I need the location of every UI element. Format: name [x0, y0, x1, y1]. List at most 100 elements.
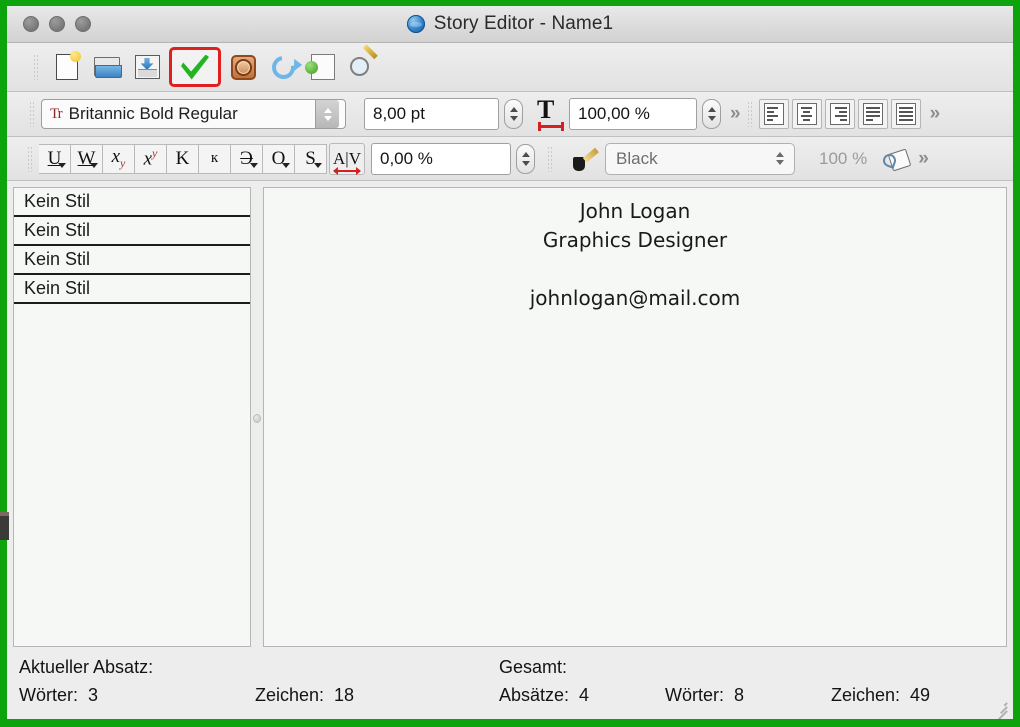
all-caps-button[interactable]: K: [167, 144, 199, 174]
text-line-blank: [264, 255, 1006, 284]
update-frame-button[interactable]: [305, 49, 341, 85]
align-toolbar-grip[interactable]: [747, 101, 753, 127]
align-left-button[interactable]: [759, 99, 789, 129]
splitter-handle[interactable]: [253, 414, 261, 423]
text-line: Graphics Designer: [264, 226, 1006, 255]
underline-words-button[interactable]: W: [71, 144, 103, 174]
paint-bucket-icon[interactable]: [883, 147, 909, 171]
total-words-value: 8: [734, 685, 752, 706]
scale-stepper[interactable]: [702, 99, 721, 129]
update-frame-icon: [311, 54, 335, 80]
total-words-stat: Wörter: 8: [665, 685, 831, 706]
small-caps-button[interactable]: к: [199, 144, 231, 174]
panel-splitter[interactable]: [251, 187, 263, 647]
toolbar-grip[interactable]: [33, 54, 39, 80]
total-chars-stat: Zeichen: 49: [831, 685, 1013, 706]
tracking-input[interactable]: 0,00 %: [371, 143, 511, 175]
align-justify-icon: [863, 103, 883, 125]
fill-color-combo[interactable]: Black: [605, 143, 795, 175]
minimize-button[interactable]: [49, 16, 65, 32]
text-line: John Logan: [264, 197, 1006, 226]
text-line: johnlogan@mail.com: [264, 284, 1006, 313]
globe-icon: [407, 15, 425, 33]
text-height-icon: T: [537, 99, 565, 129]
alignment-button-group: [759, 99, 921, 129]
align-right-icon: [830, 103, 850, 125]
window-controls: [23, 16, 91, 32]
char-toolbar-overflow-chevron-icon[interactable]: »: [909, 148, 935, 170]
font-family-value: Britannic Bold Regular: [69, 104, 238, 124]
search-replace-button[interactable]: [345, 49, 381, 85]
total-paragraphs-label: Absätze:: [499, 685, 569, 706]
shadow-button[interactable]: S: [295, 144, 327, 174]
scale-input[interactable]: 100,00 %: [569, 98, 697, 130]
title-center-group: Story Editor - Name1: [7, 6, 1013, 42]
small-caps-icon: к: [211, 150, 218, 167]
total-chars-label: Zeichen:: [831, 685, 900, 706]
font-toolbar-grip[interactable]: [29, 101, 35, 127]
font-family-combo[interactable]: Tr Britannic Bold Regular: [41, 99, 346, 129]
style-row-label: Kein Stil: [24, 249, 90, 270]
font-size-stepper[interactable]: [504, 99, 523, 129]
new-document-button[interactable]: [49, 49, 85, 85]
reload-icon: [267, 51, 299, 83]
alignment-overflow-chevron-icon[interactable]: »: [921, 103, 947, 125]
superscript-button[interactable]: xy: [135, 144, 167, 174]
fill-color-chevron-icon[interactable]: [776, 152, 784, 165]
current-chars-label: Zeichen:: [255, 685, 324, 706]
kerning-icon[interactable]: A|V: [329, 143, 365, 175]
superscript-icon: xy: [144, 146, 158, 170]
green-check-icon: [181, 55, 209, 80]
font-family-chevron-icon[interactable]: [315, 100, 339, 128]
underline-button[interactable]: U: [39, 144, 71, 174]
zoom-button[interactable]: [75, 16, 91, 32]
font-size-input[interactable]: 8,00 pt: [364, 98, 499, 130]
align-center-icon: [797, 103, 817, 125]
style-row[interactable]: Kein Stil: [14, 275, 250, 304]
paragraph-style-panel[interactable]: Kein Stil Kein Stil Kein Stil Kein Stil: [13, 187, 251, 647]
current-words-value: 3: [88, 685, 106, 706]
subscript-button[interactable]: xy: [103, 144, 135, 174]
status-bar: Aktueller Absatz: Gesamt: Wörter: 3 Zeic…: [7, 647, 1013, 719]
align-right-button[interactable]: [825, 99, 855, 129]
font-size-value: 8,00 pt: [373, 104, 425, 124]
subscript-icon: xy: [112, 146, 126, 171]
style-row-label: Kein Stil: [24, 278, 90, 299]
exit-no-update-button[interactable]: [225, 49, 261, 85]
window-edge-marker: [0, 512, 9, 540]
char-toolbar-grip[interactable]: [27, 146, 33, 172]
resize-grip[interactable]: [991, 697, 1007, 713]
align-center-button[interactable]: [792, 99, 822, 129]
title-bar: Story Editor - Name1: [7, 6, 1013, 43]
window-title: Story Editor - Name1: [434, 13, 613, 35]
total-heading: Gesamt:: [499, 657, 665, 678]
story-editor-window: Story Editor - Name1: [7, 6, 1013, 719]
update-exit-button[interactable]: [169, 47, 221, 87]
save-to-file-icon: [135, 55, 160, 79]
load-text-button[interactable]: [89, 49, 125, 85]
align-forced-button[interactable]: [891, 99, 921, 129]
font-toolbar-overflow-chevron-icon[interactable]: »: [721, 103, 747, 125]
story-text-area[interactable]: John Logan Graphics Designer johnlogan@m…: [263, 187, 1007, 647]
outline-button[interactable]: O: [263, 144, 295, 174]
main-toolbar: [7, 43, 1013, 92]
tracking-stepper[interactable]: [516, 144, 535, 174]
current-chars-stat: Zeichen: 18: [255, 685, 499, 706]
style-row[interactable]: Kein Stil: [14, 246, 250, 275]
reload-button[interactable]: [265, 49, 301, 85]
align-left-icon: [764, 103, 784, 125]
align-justify-button[interactable]: [858, 99, 888, 129]
align-forced-icon: [896, 103, 916, 125]
fill-color-value: Black: [616, 149, 658, 169]
status-grid: Aktueller Absatz: Gesamt: Wörter: 3 Zeic…: [19, 657, 1013, 706]
font-toolbar: Tr Britannic Bold Regular 8,00 pt T 100,…: [7, 92, 1013, 137]
cancel-icon: [231, 55, 256, 80]
color-group-grip[interactable]: [547, 146, 553, 172]
frame-border-left: [0, 0, 7, 727]
strikethrough-button[interactable]: Ɔ: [231, 144, 263, 174]
close-button[interactable]: [23, 16, 39, 32]
save-text-button[interactable]: [129, 49, 165, 85]
style-row[interactable]: Kein Stil: [14, 217, 250, 246]
style-row[interactable]: Kein Stil: [14, 188, 250, 217]
scale-value: 100,00 %: [578, 104, 650, 124]
